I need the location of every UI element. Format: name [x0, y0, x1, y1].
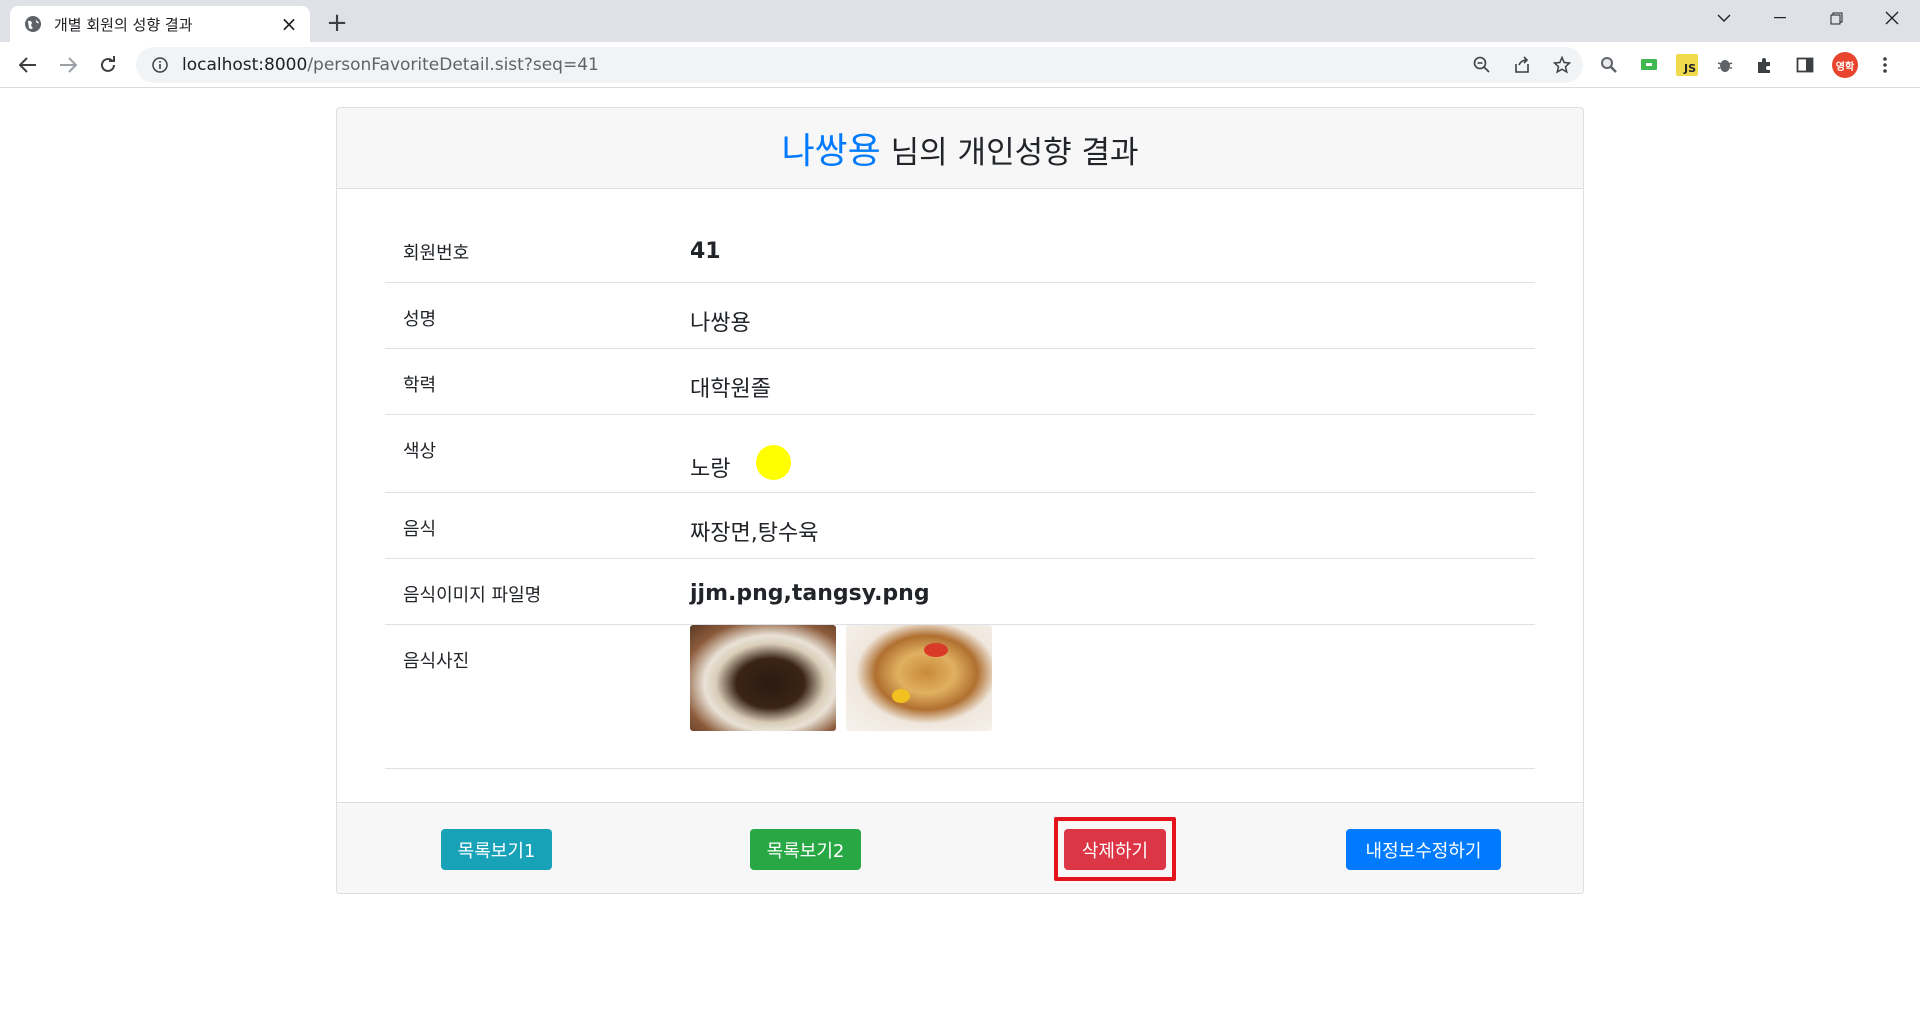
- value-education: 대학원졸: [690, 377, 771, 402]
- label-food: 음식: [403, 519, 437, 540]
- back-arrow-icon[interactable]: [8, 45, 48, 85]
- page-title: 나쌍용 님의 개인성향 결과: [781, 122, 1138, 174]
- zoom-icon[interactable]: [1469, 52, 1495, 78]
- chevron-down-icon[interactable]: [1696, 0, 1752, 36]
- food-photo-jajangmyeon: [690, 625, 836, 731]
- extensions-area: JS 영학: [1596, 52, 1898, 78]
- row-member-no: 회원번호 41: [385, 217, 1535, 283]
- row-food-photos: 음식사진: [385, 625, 1535, 769]
- share-icon[interactable]: [1509, 52, 1535, 78]
- js-extension-icon[interactable]: JS: [1676, 54, 1698, 76]
- label-food-files: 음식이미지 파일명: [403, 585, 542, 606]
- row-food-files: 음식이미지 파일명 jjm.png,tangsy.png: [385, 559, 1535, 625]
- row-name: 성명 나쌍용: [385, 283, 1535, 349]
- more-menu-icon[interactable]: [1872, 52, 1898, 78]
- close-tab-icon[interactable]: ×: [278, 12, 300, 36]
- row-education: 학력 대학원졸: [385, 349, 1535, 415]
- reload-icon[interactable]: [88, 45, 128, 85]
- forward-arrow-icon[interactable]: [48, 45, 88, 85]
- side-panel-icon[interactable]: [1792, 52, 1818, 78]
- bug-extension-icon[interactable]: [1712, 52, 1738, 78]
- card-header: 나쌍용 님의 개인성향 결과: [337, 108, 1583, 189]
- profile-avatar[interactable]: 영학: [1832, 52, 1858, 78]
- label-member-no: 회원번호: [403, 243, 470, 264]
- globe-icon: [24, 15, 42, 33]
- food-photo-tangsuyuk: [846, 625, 992, 731]
- food-photos: [690, 625, 1535, 768]
- window-close-icon[interactable]: [1864, 0, 1920, 36]
- member-name-highlight: 나쌍용: [781, 131, 881, 172]
- screen-extension-icon[interactable]: [1636, 52, 1662, 78]
- label-name: 성명: [403, 309, 437, 330]
- value-name: 나쌍용: [690, 311, 751, 336]
- label-food-photos: 음식사진: [403, 651, 470, 672]
- label-color: 색상: [403, 441, 437, 462]
- restore-icon[interactable]: [1808, 0, 1864, 36]
- delete-button[interactable]: 삭제하기: [1064, 829, 1166, 870]
- row-color: 색상 노랑: [385, 415, 1535, 493]
- puzzle-icon[interactable]: [1752, 52, 1778, 78]
- color-swatch: [756, 445, 792, 480]
- value-color: 노랑: [690, 457, 731, 482]
- value-color-cell: 노랑: [690, 415, 1535, 492]
- url-text: localhost:8000/personFavoriteDetail.sist…: [182, 55, 599, 75]
- title-suffix: 님의 개인성향 결과: [880, 135, 1139, 171]
- browser-toolbar: localhost:8000/personFavoriteDetail.sist…: [0, 42, 1920, 88]
- list2-button[interactable]: 목록보기2: [750, 829, 861, 870]
- search-extension-icon[interactable]: [1596, 52, 1622, 78]
- value-member-no: 41: [690, 239, 721, 264]
- tab-title: 개별 회원의 성향 결과: [54, 15, 193, 34]
- minimize-icon[interactable]: [1752, 0, 1808, 36]
- value-food-files: jjm.png,tangsy.png: [690, 581, 930, 606]
- star-icon[interactable]: [1549, 52, 1575, 78]
- row-food: 음식 짜장면,탕수육: [385, 493, 1535, 559]
- edit-info-button[interactable]: 내정보수정하기: [1346, 829, 1501, 870]
- browser-tab[interactable]: 개별 회원의 성향 결과 ×: [10, 6, 310, 42]
- card-body: 회원번호 41 성명 나쌍용 학력 대학원졸 색상 노랑 음식 짜장면,탕수육 …: [337, 189, 1583, 802]
- card-footer: 목록보기1 목록보기2 삭제하기 내정보수정하기: [337, 802, 1583, 893]
- info-icon[interactable]: [150, 55, 170, 75]
- new-tab-button[interactable]: +: [322, 8, 352, 38]
- browser-tab-bar: 개별 회원의 성향 결과 × +: [0, 0, 1920, 42]
- label-education: 학력: [403, 375, 437, 396]
- result-card: 나쌍용 님의 개인성향 결과 회원번호 41 성명 나쌍용 학력 대학원졸 색상…: [336, 107, 1584, 894]
- value-food: 짜장면,탕수육: [690, 521, 819, 546]
- list1-button[interactable]: 목록보기1: [441, 829, 552, 870]
- address-bar[interactable]: localhost:8000/personFavoriteDetail.sist…: [136, 47, 1583, 83]
